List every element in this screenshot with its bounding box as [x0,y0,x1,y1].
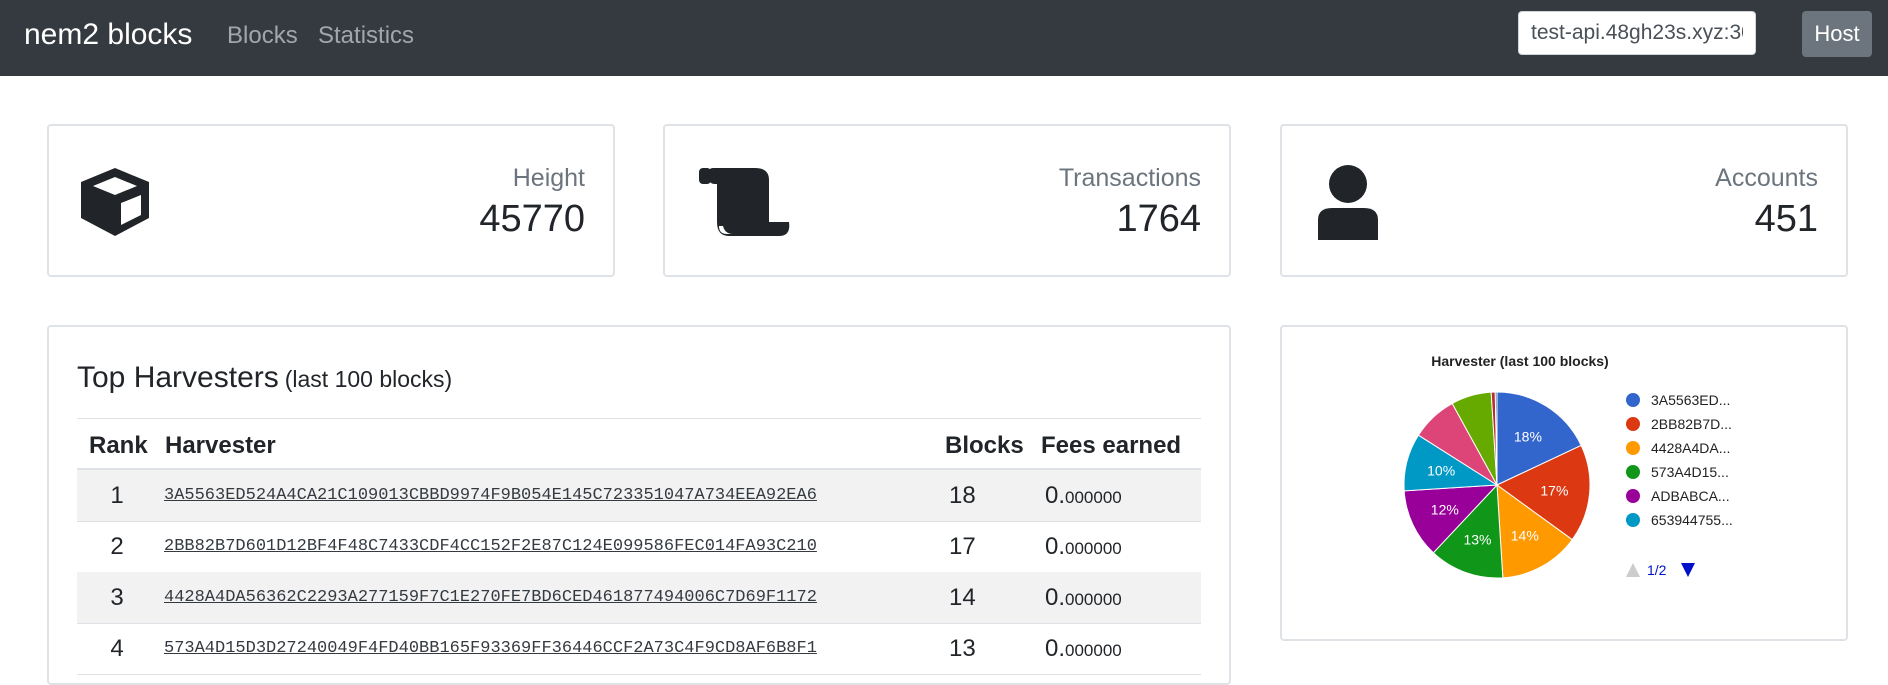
legend-prev-arrow-icon[interactable] [1626,563,1640,577]
stat-card-accounts: Accounts 451 [1280,124,1848,277]
pie-slice-label: 17% [1540,482,1568,498]
fees-integer: 0. [1045,635,1066,662]
stat-value-accounts: 451 [1754,198,1818,240]
legend-swatch [1626,417,1640,431]
fees-decimal: 000000 [1065,590,1122,609]
fees-cell: 0.000000 [1045,521,1122,574]
harvester-chart-card: Harvester (last 100 blocks) 18% 17% 14% 13%… [1280,325,1848,641]
column-header-rank: Rank [89,432,148,459]
section-subtitle: (last 100 blocks) [284,366,453,392]
legend-label[interactable]: 573A4D15... [1651,464,1729,480]
rank-cell: 3 [110,584,124,611]
pie-slice-label: 10% [1427,463,1455,479]
stat-card-transactions: Transactions 1764 [663,124,1231,277]
rank-cell: 4 [110,635,124,662]
table-row: 4 573A4D15D3D27240049F4FD40BB165F93369FF… [77,623,1201,675]
column-header-harvester: Harvester [165,432,276,459]
table-row: 3 4428A4DA56362C2293A277159F7C1E270FE7BD… [77,572,1201,624]
fees-decimal: 000000 [1065,488,1122,507]
harvester-link[interactable]: 573A4D15D3D27240049F4FD40BB165F93369FF36… [164,623,817,674]
section-title-text: Top Harvesters [77,361,279,394]
blocks-cell: 13 [949,635,976,662]
fees-decimal: 000000 [1065,641,1122,660]
stat-value-height: 45770 [479,198,585,240]
legend-label[interactable]: 3A5563ED... [1651,392,1730,408]
legend-label[interactable]: ADBABCA... [1651,488,1730,504]
stat-label-transactions: Transactions [1058,164,1201,192]
table-top-border [77,418,1201,419]
pie-slice-label: 12% [1431,502,1459,518]
fees-integer: 0. [1045,482,1066,509]
legend-swatch [1626,393,1640,407]
legend-label[interactable]: 4428A4DA... [1651,440,1730,456]
host-button[interactable]: Host [1802,11,1872,57]
brand-link[interactable]: nem2 blocks [24,18,192,52]
nav-link-statistics[interactable]: Statistics [318,22,414,50]
top-harvesters-title: Top Harvesters (last 100 blocks) [77,361,452,395]
rank-cell: 2 [110,533,124,560]
legend-swatch [1626,465,1640,479]
legend-page-indicator: 1/2 [1647,562,1667,578]
stat-value-transactions: 1764 [1116,198,1201,240]
user-icon [1318,165,1378,240]
scroll-icon [699,168,790,236]
fees-cell: 0.000000 [1045,623,1122,676]
fees-integer: 0. [1045,584,1066,611]
table-row: 1 3A5563ED524A4CA21C109013CBBD9974F9B054… [77,470,1201,522]
table-row: 2 2BB82B7D601D12BF4F48C7433CDF4CC152F2E8… [77,521,1201,573]
legend-swatch [1626,489,1640,503]
nav-link-blocks[interactable]: Blocks [227,22,298,50]
harvester-link[interactable]: 3A5563ED524A4CA21C109013CBBD9974F9B054E1… [164,470,817,521]
cube-icon [81,168,149,236]
harvester-link[interactable]: 4428A4DA56362C2293A277159F7C1E270FE7BD6C… [164,572,817,623]
column-header-blocks: Blocks [945,432,1024,459]
legend-label[interactable]: 2BB82B7D... [1651,416,1732,432]
stat-label-accounts: Accounts [1715,164,1818,192]
blocks-cell: 17 [949,533,976,560]
legend-next-arrow-icon[interactable] [1681,563,1695,577]
legend-swatch [1626,441,1640,455]
pie-slice-label: 14% [1511,528,1539,544]
fees-decimal: 000000 [1065,539,1122,558]
fees-cell: 0.000000 [1045,470,1122,523]
fees-integer: 0. [1045,533,1066,560]
blocks-cell: 18 [949,482,976,509]
legend-label[interactable]: 653944755... [1651,512,1733,528]
harvester-pie-chart: 18% 17% 14% 13%12% 10% 3A5563ED... 2BB82B7D...… [1403,391,1733,579]
stat-label-height: Height [512,164,585,192]
column-header-fees: Fees earned [1041,432,1182,459]
pie-slice-label: 18% [1514,428,1542,444]
pie-slice-label: 13% [1463,531,1491,547]
rank-cell: 1 [110,482,124,509]
top-harvesters-card: Top Harvesters (last 100 blocks) Rank Har… [47,325,1231,685]
navbar: nem2 blocks Blocks Statistics Host [0,0,1888,76]
host-input[interactable] [1518,11,1756,55]
blocks-cell: 14 [949,584,976,611]
stat-card-height: Height 45770 [47,124,615,277]
legend-swatch [1626,513,1640,527]
harvester-link[interactable]: 2BB82B7D601D12BF4F48C7433CDF4CC152F2E87C… [164,521,817,572]
fees-cell: 0.000000 [1045,572,1122,625]
